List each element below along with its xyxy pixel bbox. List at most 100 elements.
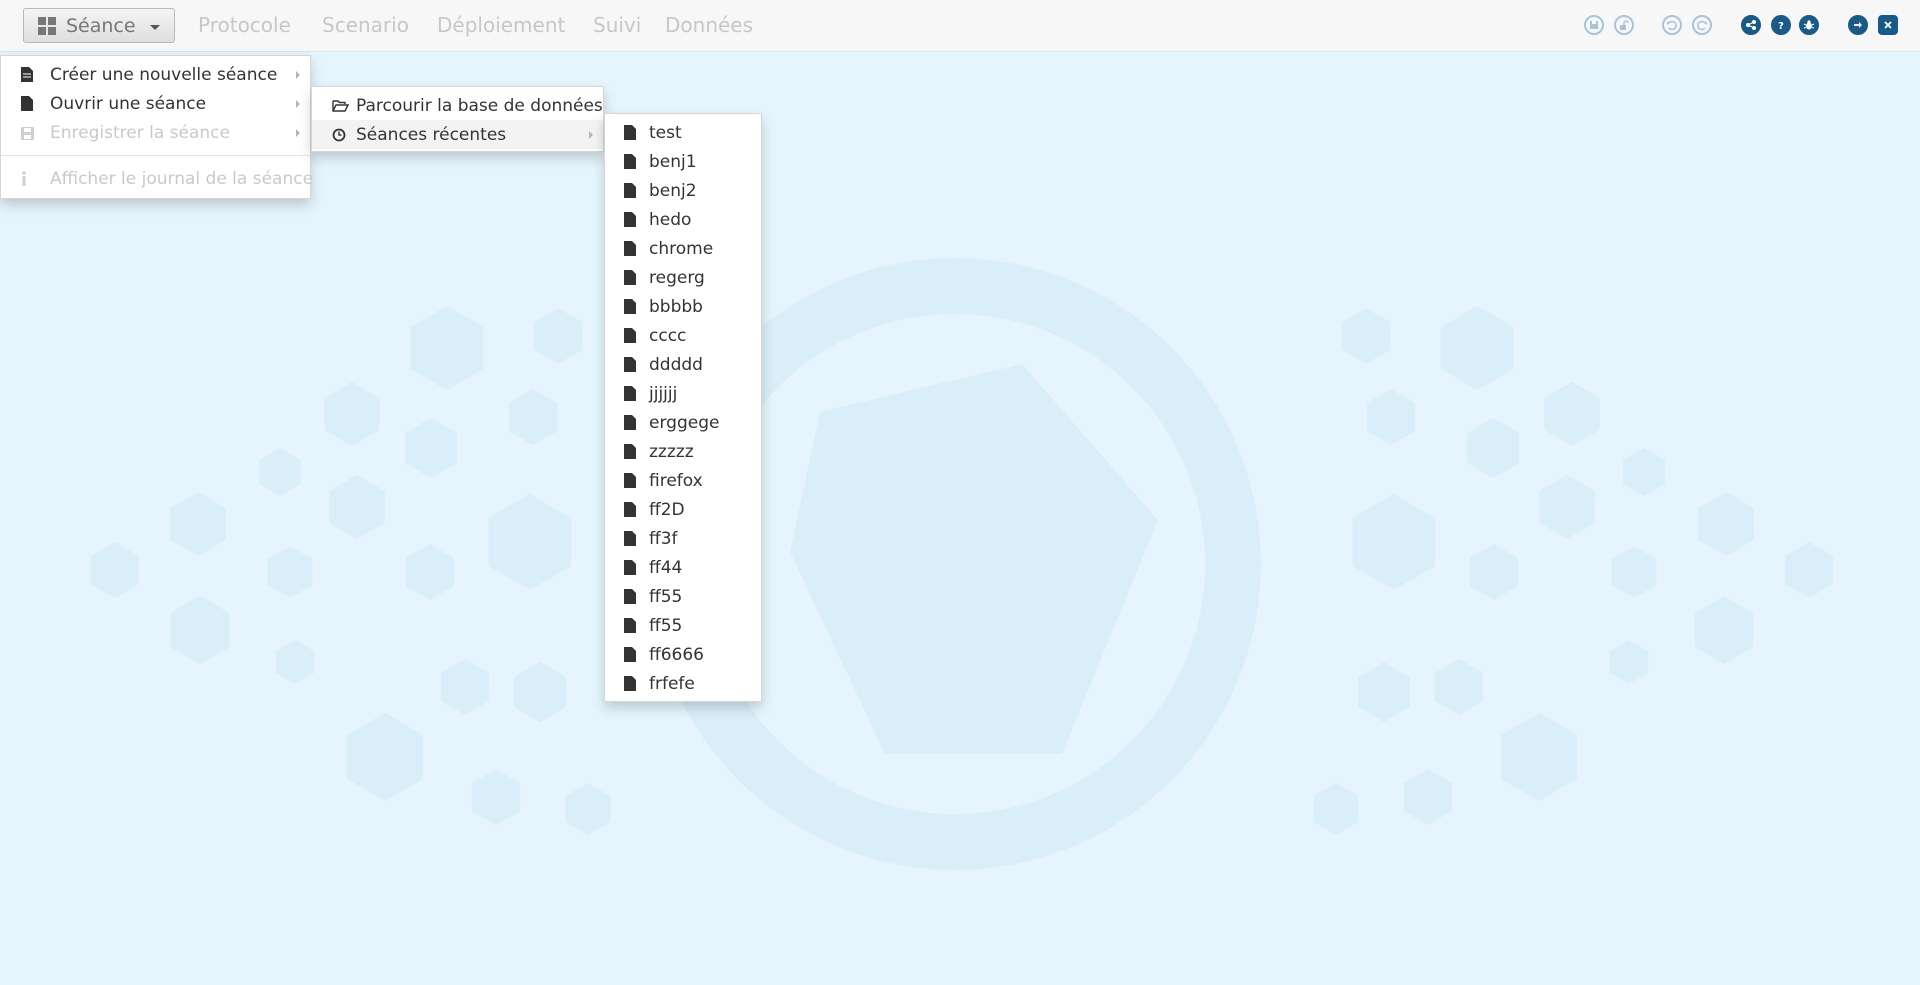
decorative-hexagon	[170, 492, 226, 556]
redo-icon[interactable]	[1692, 15, 1712, 35]
submenu-arrow-icon	[296, 71, 300, 79]
sign-out-icon[interactable]	[1848, 15, 1868, 35]
menu-item-label: Séances récentes	[356, 124, 507, 145]
recent-seance-item[interactable]: ff55	[605, 582, 761, 611]
menu-item-create-seance[interactable]: Créer une nouvelle séance	[1, 60, 310, 89]
file-icon	[624, 212, 636, 232]
recent-seance-item[interactable]: bbbbb	[605, 292, 761, 321]
file-icon	[21, 96, 33, 116]
recent-seance-item[interactable]: ff2D	[605, 495, 761, 524]
menu-divider	[1, 155, 310, 156]
save-icon[interactable]	[1584, 15, 1604, 35]
recent-seance-label: ff6666	[649, 644, 704, 665]
svg-text:?: ?	[1778, 21, 1784, 31]
file-icon	[624, 560, 636, 580]
file-icon	[624, 183, 636, 203]
recent-seance-item[interactable]: frfefe	[605, 669, 761, 698]
undo-icon[interactable]	[1662, 15, 1682, 35]
recent-seance-item[interactable]: firefox	[605, 466, 761, 495]
nav-scenario[interactable]: Scenario	[322, 13, 409, 37]
file-icon	[624, 473, 636, 493]
recent-seance-label: ff55	[649, 586, 683, 607]
save-icon	[21, 125, 34, 145]
decorative-hexagon	[90, 542, 140, 598]
recent-seance-label: ff55	[649, 615, 683, 636]
decorative-hexagon	[1500, 713, 1578, 801]
menu-item-open-seance[interactable]: Ouvrir une séance	[1, 89, 310, 118]
file-icon	[624, 647, 636, 667]
decorative-hexagon	[275, 640, 315, 684]
recent-seance-item[interactable]: benj2	[605, 176, 761, 205]
menu-item-show-log[interactable]: Afficher le journal de la séance	[1, 164, 314, 193]
menu-item-save-seance[interactable]: Enregistrer la séance	[1, 118, 310, 147]
recent-seance-label: benj1	[649, 151, 697, 172]
recent-seance-item[interactable]: ddddd	[605, 350, 761, 379]
decorative-hexagon	[508, 389, 558, 445]
bug-icon[interactable]	[1799, 15, 1819, 35]
recent-seance-item[interactable]: cccc	[605, 321, 761, 350]
nav-protocole[interactable]: Protocole	[198, 13, 291, 37]
recent-seance-item[interactable]: chrome	[605, 234, 761, 263]
file-icon	[624, 125, 636, 145]
clock-icon	[332, 127, 346, 147]
decorative-hexagon	[1784, 542, 1834, 598]
recent-seance-item[interactable]: ff44	[605, 553, 761, 582]
menu-item-label: Ouvrir une séance	[50, 93, 207, 114]
seance-menu-button[interactable]: Séance	[23, 8, 175, 43]
decorative-hexagon	[514, 662, 566, 722]
recent-seance-item[interactable]: regerg	[605, 263, 761, 292]
decorative-hexagon	[405, 544, 455, 600]
file-icon	[624, 357, 636, 377]
decorative-hexagon	[1467, 418, 1519, 478]
recent-seance-item[interactable]: ff6666	[605, 640, 761, 669]
submenu-arrow-icon	[296, 129, 300, 137]
decorative-hexagon	[405, 418, 457, 478]
file-icon	[624, 589, 636, 609]
decorative-hexagon	[1698, 492, 1754, 556]
decorative-hexagon	[1366, 389, 1416, 445]
decorative-hexagon	[1609, 640, 1649, 684]
unlock-icon[interactable]	[1614, 15, 1634, 35]
decorative-hexagon	[1358, 662, 1410, 722]
decorative-hexagon	[565, 783, 611, 835]
recent-seance-label: ff44	[649, 557, 683, 578]
decorative-hexagon	[329, 475, 385, 539]
decorative-hexagon	[471, 769, 521, 825]
decorative-hexagon	[1434, 659, 1484, 715]
recent-seance-label: ff2D	[649, 499, 685, 520]
file-icon	[624, 328, 636, 348]
recent-seance-label: hedo	[649, 209, 692, 230]
decorative-hexagon	[1440, 306, 1514, 390]
nav-suivi[interactable]: Suivi	[593, 13, 641, 37]
recent-seance-label: firefox	[649, 470, 703, 491]
menu-item-browse-database[interactable]: Parcourir la base de données	[312, 91, 603, 120]
file-icon	[624, 531, 636, 551]
seance-button-label: Séance	[66, 14, 136, 37]
recent-seance-label: benj2	[649, 180, 697, 201]
recent-seance-item[interactable]: zzzzz	[605, 437, 761, 466]
share-icon[interactable]	[1741, 15, 1761, 35]
folder-open-icon	[332, 98, 350, 118]
close-icon[interactable]	[1878, 15, 1898, 35]
recent-seance-item[interactable]: ff55	[605, 611, 761, 640]
help-icon[interactable]: ?	[1771, 15, 1791, 35]
decorative-hexagon	[488, 494, 572, 590]
recent-seance-item[interactable]: jjjjjj	[605, 379, 761, 408]
decorative-hexagon	[440, 659, 490, 715]
recent-seance-label: zzzzz	[649, 441, 694, 462]
recent-seance-item[interactable]: hedo	[605, 205, 761, 234]
nav-deploiement[interactable]: Déploiement	[437, 13, 565, 37]
recent-seance-label: bbbbb	[649, 296, 703, 317]
file-icon	[624, 676, 636, 696]
menu-item-recent-seances[interactable]: Séances récentes	[312, 120, 603, 149]
recent-seance-item[interactable]: test	[605, 118, 761, 147]
decorative-hexagon	[1539, 475, 1595, 539]
nav-donnees[interactable]: Données	[665, 13, 753, 37]
recent-seance-label: frfefe	[649, 673, 695, 694]
decorative-hexagon	[1469, 544, 1519, 600]
menu-item-label: Afficher le journal de la séance	[50, 168, 314, 189]
recent-seance-item[interactable]: ff3f	[605, 524, 761, 553]
recent-seance-item[interactable]: benj1	[605, 147, 761, 176]
file-icon	[21, 67, 33, 87]
recent-seance-item[interactable]: erggege	[605, 408, 761, 437]
